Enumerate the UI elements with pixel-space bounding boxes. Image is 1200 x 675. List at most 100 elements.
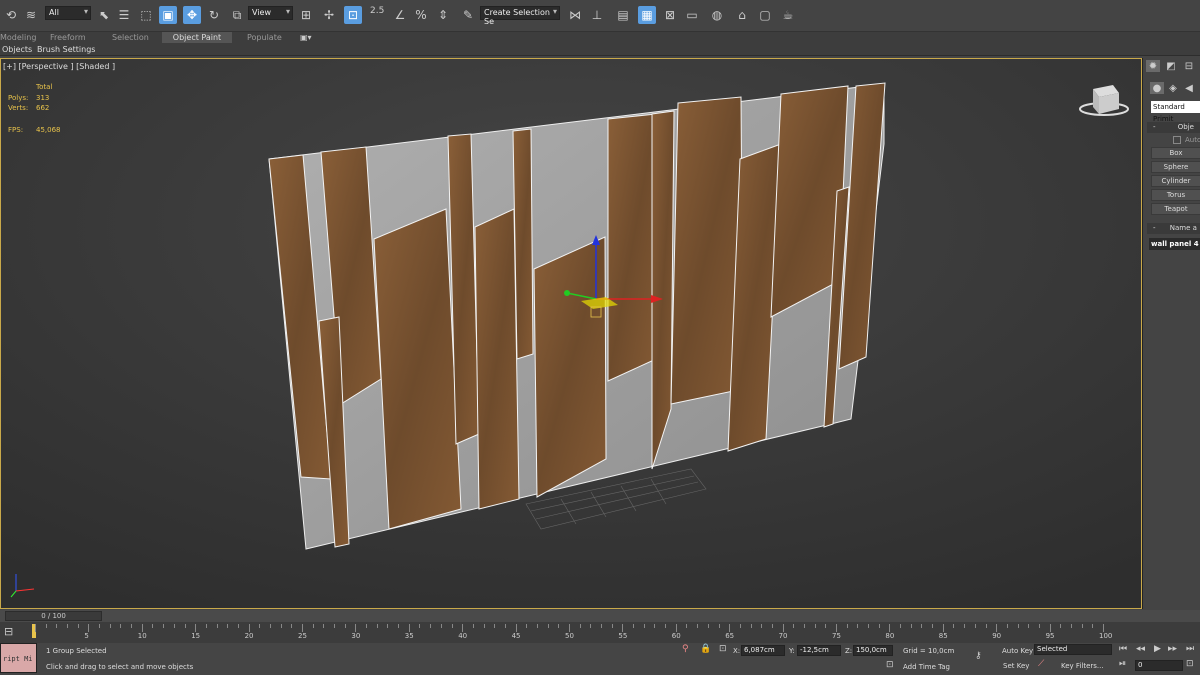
category-dropdown[interactable]: Standard Primit	[1151, 101, 1200, 123]
shapes-icon[interactable]: ◈	[1166, 82, 1180, 94]
x-coordinate-field[interactable]: 6,087cm	[741, 645, 785, 656]
tab-populate[interactable]: Populate	[247, 32, 287, 43]
previous-frame-icon[interactable]: ◂◂	[1136, 644, 1145, 654]
select-by-name-icon[interactable]: ☰	[115, 6, 133, 24]
select-and-move-icon[interactable]: ✥	[183, 6, 201, 24]
viewport-label-menu[interactable]: [+] [Perspective ] [Shaded ]	[3, 62, 115, 71]
trackbar[interactable]: ⊟ 5 10 15 20 25 30 35 40 45 50 55 60 65 70 75 80 85 90 95 1…	[0, 622, 1200, 643]
mirror-icon[interactable]: ⋈	[566, 6, 584, 24]
selection-status: 1 Group Selected	[46, 647, 107, 655]
key-filters-button[interactable]: Key Filters...	[1061, 662, 1104, 670]
edit-named-selection-icon[interactable]: ✎	[459, 6, 477, 24]
name-and-color-rollout[interactable]: - Name a	[1147, 223, 1200, 234]
rendered-frame-window-icon[interactable]: ▢	[756, 6, 774, 24]
select-and-rotate-icon[interactable]: ↻	[205, 6, 223, 24]
trackbar-tick	[216, 624, 218, 628]
named-selection-dropdown[interactable]: Create Selection Se	[480, 6, 560, 26]
wood-plank[interactable]	[512, 128, 534, 360]
time-slider[interactable]: 0 / 100	[0, 610, 1200, 622]
align-icon[interactable]: ⊥	[588, 6, 606, 24]
trackbar-tick	[547, 624, 549, 628]
box-button[interactable]: Box	[1151, 147, 1200, 159]
trackbar-tick	[472, 624, 474, 628]
trackbar-tick	[964, 624, 966, 628]
teapot-button[interactable]: Teapot	[1151, 203, 1200, 215]
current-frame-field[interactable]: 0	[1135, 660, 1183, 671]
pivot-center-icon[interactable]: ⊞	[297, 6, 315, 24]
torus-button[interactable]: Torus	[1151, 189, 1200, 201]
trackbar-tick	[1049, 624, 1051, 632]
add-time-tag[interactable]: Add Time Tag	[903, 663, 950, 671]
isolate-selection-icon[interactable]: ⚲	[682, 644, 689, 654]
layer-explorer-icon[interactable]: ▤	[614, 6, 632, 24]
hierarchy-panel-icon[interactable]: ⊟	[1182, 60, 1196, 72]
viewport-scene[interactable]	[1, 59, 1142, 609]
z-coordinate-field[interactable]: 150,0cm	[853, 645, 893, 656]
geometry-icon[interactable]: ●	[1150, 82, 1164, 94]
time-tag-icon[interactable]: ⊡	[886, 660, 894, 670]
trackbar-tick	[109, 624, 111, 628]
perspective-viewport[interactable]: [+] [Perspective ] [Shaded ] Total Polys…	[0, 58, 1142, 609]
subtab-brush-settings[interactable]: Brush Settings	[37, 44, 95, 55]
go-to-end-icon[interactable]: ⏭	[1186, 644, 1194, 654]
fps-value: 45,068	[36, 126, 61, 134]
selection-lock-icon[interactable]: 🔒	[700, 644, 711, 654]
key-icon[interactable]: ⚷	[975, 651, 982, 661]
ribbon-options-icon[interactable]: ▣▾	[300, 32, 320, 43]
create-panel-icon[interactable]: ✹	[1146, 60, 1160, 72]
auto-key-button[interactable]: Auto Key	[1002, 647, 1033, 655]
scene-explorer-icon[interactable]: ▦	[638, 6, 656, 24]
object-type-rollout[interactable]: - Obje	[1147, 122, 1200, 133]
tab-object-paint[interactable]: Object Paint	[162, 32, 232, 43]
keyboard-shortcut-override-icon[interactable]: ⊡	[344, 6, 362, 24]
subtab-objects[interactable]: Objects	[2, 44, 32, 55]
go-to-start-icon[interactable]: ⏮	[1119, 644, 1127, 654]
angle-snap-icon[interactable]: ∠	[391, 6, 409, 24]
wood-plank[interactable]	[474, 208, 520, 510]
time-configuration-icon[interactable]: ⊡	[1186, 659, 1194, 669]
select-and-manipulate-icon[interactable]: ✢	[320, 6, 338, 24]
schematic-view-icon[interactable]: ▭	[683, 6, 701, 24]
undo-icon[interactable]: ⟲	[2, 6, 20, 24]
next-frame-icon[interactable]: ▸▸	[1168, 644, 1177, 654]
y-coordinate-field[interactable]: -12,5cm	[797, 645, 841, 656]
maxscript-listener[interactable]: ript Mi	[0, 643, 37, 673]
material-editor-icon[interactable]: ◍	[708, 6, 726, 24]
tab-freeform[interactable]: Freeform	[50, 32, 90, 43]
snap-toggle[interactable]: 2.5	[370, 6, 384, 16]
set-key-button[interactable]: Set Key	[1003, 662, 1029, 670]
key-tangent-icon[interactable]: ⟋	[1038, 659, 1044, 669]
wood-plank[interactable]	[533, 236, 607, 498]
lights-icon[interactable]: ◀	[1182, 82, 1196, 94]
key-mode-toggle-icon[interactable]: ⏯	[1119, 659, 1126, 669]
render-production-icon[interactable]: ☕	[779, 6, 797, 24]
trackbar-tick	[590, 624, 592, 628]
wood-plank[interactable]	[373, 208, 462, 530]
percent-snap-icon[interactable]: %	[412, 6, 430, 24]
object-name-field[interactable]: wall panel 4	[1149, 238, 1200, 250]
time-slider-handle[interactable]: 0 / 100	[5, 611, 102, 621]
selection-filter-dropdown[interactable]: All	[45, 6, 91, 20]
modify-panel-icon[interactable]: ◩	[1164, 60, 1178, 72]
sphere-button[interactable]: Sphere	[1151, 161, 1200, 173]
play-icon[interactable]: ▶	[1154, 644, 1161, 654]
tab-selection[interactable]: Selection	[112, 32, 152, 43]
wood-plank[interactable]	[607, 113, 657, 382]
trackbar-tick	[77, 624, 79, 628]
absolute-mode-icon[interactable]: ⊡	[719, 644, 727, 654]
autogrid-checkbox[interactable]	[1173, 136, 1181, 144]
trackbar-open-icon[interactable]: ⊟	[4, 625, 13, 638]
select-object-icon[interactable]: ⬉	[95, 6, 113, 24]
cylinder-button[interactable]: Cylinder	[1151, 175, 1200, 187]
rectangular-region-icon[interactable]: ⬚	[137, 6, 155, 24]
key-mode-dropdown[interactable]: Selected	[1034, 644, 1112, 655]
trackbar-tick	[515, 624, 517, 632]
reference-coordinate-dropdown[interactable]: View	[248, 6, 293, 20]
select-and-scale-icon[interactable]: ⧉	[228, 6, 246, 24]
curve-editor-icon[interactable]: ⊠	[661, 6, 679, 24]
window-crossing-icon[interactable]: ▣	[159, 6, 177, 24]
spinner-snap-icon[interactable]: ⇕	[434, 6, 452, 24]
tab-modeling[interactable]: Modeling	[0, 32, 36, 43]
render-setup-icon[interactable]: ⌂	[733, 6, 751, 24]
redo-icon[interactable]: ≋	[22, 6, 40, 24]
